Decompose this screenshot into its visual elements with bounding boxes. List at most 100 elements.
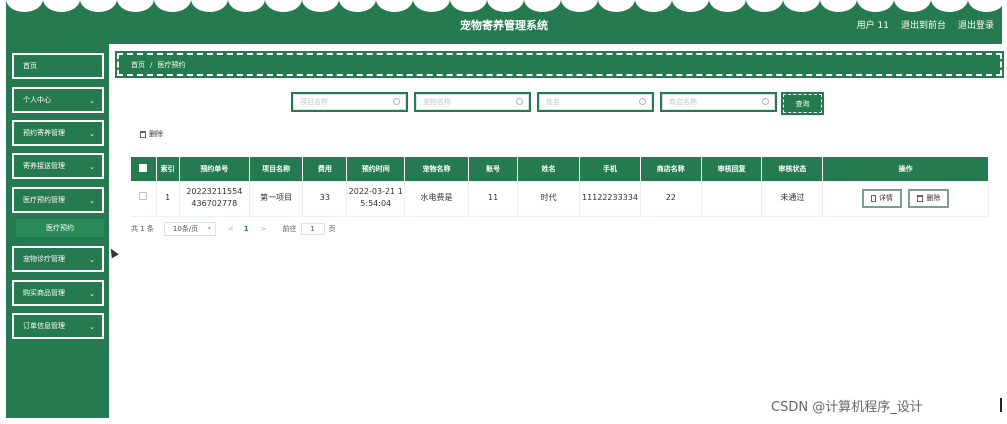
sidebar-item-boarding-booking[interactable]: 预约寄养管理 ⌄ bbox=[12, 120, 104, 146]
page-size-value: 10条/页 bbox=[172, 225, 199, 233]
col-header-actions: 操作 bbox=[822, 157, 989, 181]
cell-status: 未通过 bbox=[761, 181, 824, 217]
detail-button-label: 详情 bbox=[878, 194, 893, 203]
breadcrumb-current: 医疗预约 bbox=[157, 60, 186, 69]
cell-reply bbox=[701, 181, 763, 217]
col-header-reply: 审核回复 bbox=[701, 157, 763, 181]
sidebar-item-label: 订单信息管理 bbox=[23, 322, 65, 330]
text-caret bbox=[1000, 398, 1002, 412]
detail-button[interactable]: 详情 bbox=[861, 188, 902, 208]
watermark: CSDN @计算机程序_设计 bbox=[771, 400, 923, 415]
sidebar-item-pet-treatment[interactable]: 宠物诊疗管理 ⌄ bbox=[12, 246, 104, 272]
goto-label: 前往 bbox=[282, 225, 297, 233]
name-search[interactable]: 姓名 bbox=[537, 92, 654, 112]
cell-name: 时代 bbox=[517, 181, 581, 217]
search-icon bbox=[762, 98, 769, 105]
cell-index: 1 bbox=[156, 181, 180, 217]
sidebar: 首页 个人中心 ⌄ 预约寄养管理 ⌄ 寄养接送管理 ⌄ 医疗预约管理 ⌄ 医疗预… bbox=[6, 44, 109, 418]
batch-delete-label: 删除 bbox=[149, 130, 163, 138]
chevron-down-icon: ⌄ bbox=[89, 323, 95, 331]
sidebar-item-personal-center[interactable]: 个人中心 ⌄ bbox=[12, 87, 104, 113]
select-all-checkbox[interactable] bbox=[131, 157, 157, 181]
cell-order-no: 20223211554 436702778 bbox=[179, 181, 250, 217]
row-checkbox[interactable] bbox=[131, 181, 157, 217]
cell-phone: 11122233334 bbox=[579, 181, 641, 217]
trash-icon bbox=[140, 130, 146, 138]
sidebar-item-order-info[interactable]: 订单信息管理 ⌄ bbox=[12, 313, 104, 339]
sidebar-item-label: 宠物诊疗管理 bbox=[23, 255, 65, 263]
table-row: 1 20223211554 436702778 第一项目 33 2022-03-… bbox=[131, 181, 989, 217]
breadcrumb-separator: / bbox=[150, 60, 153, 69]
col-header-time: 预约时间 bbox=[346, 157, 406, 181]
cell-account: 11 bbox=[468, 181, 519, 217]
row-delete-label: 删除 bbox=[926, 194, 941, 203]
search-icon bbox=[516, 98, 523, 105]
medical-booking-table: 索引 预约单号 项目名称 费用 预约时间 宠物名称 账号 姓名 手机 商店名称 … bbox=[131, 157, 989, 217]
pet-name-search[interactable]: 宠物名称 bbox=[414, 92, 531, 112]
col-header-index: 索引 bbox=[156, 157, 180, 181]
next-page-button[interactable]: > bbox=[261, 225, 267, 233]
header-actions: 用户 11 退出到前台 退出登录 bbox=[857, 18, 994, 31]
cell-time: 2022-03-21 1 5:54:04 bbox=[346, 181, 406, 217]
query-button[interactable]: 查询 bbox=[781, 92, 824, 115]
batch-delete-button[interactable]: 删除 bbox=[140, 129, 163, 139]
breadcrumb-home[interactable]: 首页 bbox=[131, 60, 145, 70]
sidebar-item-label: 个人中心 bbox=[23, 96, 51, 104]
project-name-placeholder: 项目名称 bbox=[300, 98, 328, 106]
cell-fee: 33 bbox=[302, 181, 348, 217]
page-unit: 页 bbox=[328, 225, 336, 233]
col-header-shop: 商店名称 bbox=[640, 157, 702, 181]
shop-name-search[interactable]: 商店名称 bbox=[660, 92, 777, 112]
trash-icon bbox=[917, 194, 924, 202]
sidebar-item-home[interactable]: 首页 bbox=[12, 53, 104, 79]
sidebar-subitem-medical-booking[interactable]: 医疗预约 bbox=[16, 219, 104, 237]
sidebar-item-label: 寄养接送管理 bbox=[23, 162, 65, 170]
sidebar-item-medical-booking[interactable]: 医疗预约管理 ⌄ bbox=[12, 187, 104, 213]
project-name-search[interactable]: 项目名称 bbox=[291, 92, 408, 112]
sidebar-item-label: 医疗预约管理 bbox=[23, 196, 65, 204]
scallop-decoration bbox=[6, 0, 1002, 12]
cell-project: 第一项目 bbox=[249, 181, 304, 217]
col-header-account: 账号 bbox=[468, 157, 519, 181]
sidebar-item-label: 首页 bbox=[23, 62, 37, 70]
shop-name-placeholder: 商店名称 bbox=[669, 98, 697, 106]
chevron-down-icon: ⌄ bbox=[89, 256, 95, 264]
col-header-order-no: 预约单号 bbox=[179, 157, 250, 181]
total-count: 共 1 条 bbox=[131, 225, 154, 233]
goto-page-input[interactable]: 1 bbox=[300, 223, 325, 235]
cell-pet: 水电费是 bbox=[404, 181, 469, 217]
chevron-down-icon: ⌄ bbox=[89, 97, 95, 105]
col-header-name: 姓名 bbox=[517, 157, 581, 181]
mouse-cursor-icon bbox=[107, 246, 119, 259]
document-icon bbox=[870, 194, 876, 202]
search-icon bbox=[393, 98, 400, 105]
chevron-down-icon: ⌄ bbox=[89, 163, 95, 171]
prev-page-button[interactable]: < bbox=[228, 225, 234, 233]
col-header-status: 审核状态 bbox=[761, 157, 824, 181]
chevron-down-icon: ▾ bbox=[207, 225, 211, 232]
chevron-down-icon: ⌄ bbox=[89, 130, 95, 138]
page-number-current[interactable]: 1 bbox=[244, 225, 249, 233]
cell-shop: 22 bbox=[640, 181, 702, 217]
back-to-front-link[interactable]: 退出到前台 bbox=[901, 18, 946, 31]
logout-link[interactable]: 退出登录 bbox=[958, 18, 994, 31]
table-header-row: 索引 预约单号 项目名称 费用 预约时间 宠物名称 账号 姓名 手机 商店名称 … bbox=[131, 157, 989, 181]
col-header-project: 项目名称 bbox=[249, 157, 304, 181]
col-header-phone: 手机 bbox=[579, 157, 641, 181]
sidebar-item-label: 购买商品管理 bbox=[23, 289, 65, 297]
row-delete-button[interactable]: 删除 bbox=[908, 188, 950, 208]
pet-name-placeholder: 宠物名称 bbox=[423, 98, 451, 106]
sidebar-item-label: 预约寄养管理 bbox=[23, 129, 65, 137]
user-name[interactable]: 用户 11 bbox=[857, 18, 889, 31]
col-header-fee: 费用 bbox=[302, 157, 348, 181]
search-icon bbox=[639, 98, 646, 105]
chevron-down-icon: ⌄ bbox=[89, 290, 95, 298]
cell-actions: 详情 删除 bbox=[822, 181, 989, 217]
sidebar-item-boarding-transfer[interactable]: 寄养接送管理 ⌄ bbox=[12, 153, 104, 179]
top-header: 宠物寄养管理系统 用户 11 退出到前台 退出登录 bbox=[6, 0, 1002, 44]
name-placeholder: 姓名 bbox=[546, 98, 560, 106]
sidebar-item-product-purchase[interactable]: 购买商品管理 ⌄ bbox=[12, 280, 104, 306]
app-title: 宠物寄养管理系统 bbox=[460, 19, 548, 32]
page-size-select[interactable]: 10条/页 ▾ bbox=[163, 222, 216, 236]
chevron-down-icon: ⌄ bbox=[89, 197, 95, 205]
